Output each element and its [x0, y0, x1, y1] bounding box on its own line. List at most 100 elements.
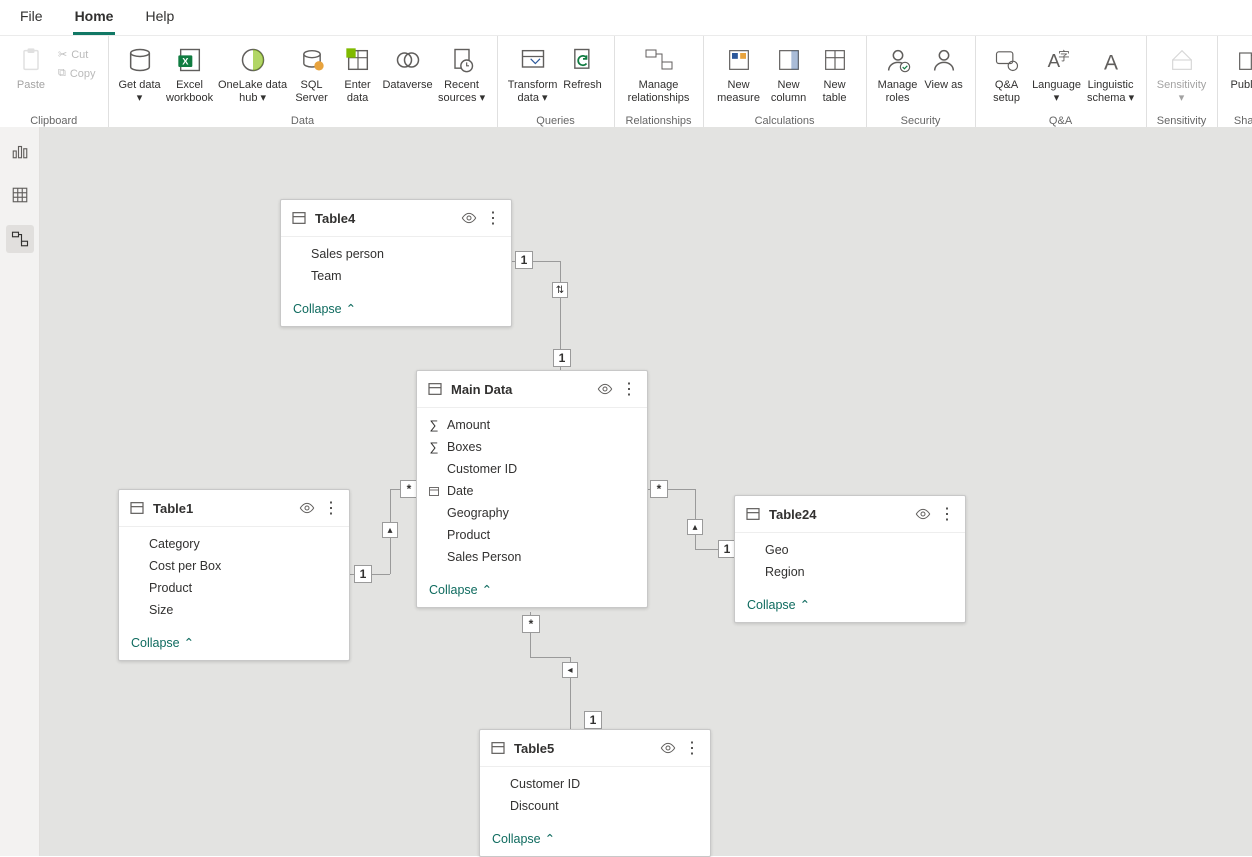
view-as-button[interactable]: View as	[921, 40, 967, 92]
new-table-button[interactable]: New table	[812, 40, 858, 105]
field-row[interactable]: Cost per Box	[119, 555, 349, 577]
recent-icon	[446, 44, 478, 76]
menu-file[interactable]: File	[18, 8, 45, 35]
visibility-icon[interactable]	[299, 500, 315, 516]
collapse-button[interactable]: Collapse⌃	[735, 589, 965, 622]
more-options-icon[interactable]: ⋮	[485, 208, 501, 228]
sensitivity-button[interactable]: Sensitivity▾	[1155, 40, 1209, 105]
measure-icon	[723, 44, 755, 76]
new-measure-button[interactable]: New measure	[712, 40, 766, 105]
chevron-up-icon: ⌃	[545, 831, 555, 846]
chevron-down-icon: ▾	[477, 92, 486, 104]
field-row[interactable]: Category	[119, 533, 349, 555]
model-canvas[interactable]: 1 ⇅ 1 1 ▴ * * ▴ 1 * ◂ 1 Table4 ⋮ Sales p…	[40, 127, 1252, 856]
more-options-icon[interactable]: ⋮	[684, 738, 700, 758]
field-row[interactable]: Sales person	[281, 243, 511, 265]
table-title: Table24	[769, 507, 907, 522]
roles-icon	[882, 44, 914, 76]
field-row[interactable]: Sales Person	[417, 546, 647, 568]
field-row[interactable]: Team	[281, 265, 511, 287]
sql-server-button[interactable]: SQL Server	[289, 40, 335, 105]
cut-button[interactable]: ✂ Cut	[54, 46, 100, 63]
language-button[interactable]: A字 Language▾	[1030, 40, 1084, 105]
linguistic-schema-button[interactable]: A Linguistic schema ▾	[1084, 40, 1138, 105]
table-icon	[490, 740, 506, 756]
refresh-icon	[567, 44, 599, 76]
chevron-down-icon: ▾	[1054, 92, 1060, 104]
cut-icon: ✂	[58, 48, 67, 61]
group-sensitivity: Sensitivity▾ Sensitivity	[1147, 36, 1218, 131]
manage-relationships-button[interactable]: Manage relationships	[623, 40, 695, 105]
get-data-button[interactable]: Get data ▾	[117, 40, 163, 105]
excel-workbook-button[interactable]: X Excel workbook	[163, 40, 217, 105]
visibility-icon[interactable]	[660, 740, 676, 756]
field-row[interactable]: ∑Boxes	[417, 436, 647, 458]
manage-roles-button[interactable]: Manage roles	[875, 40, 921, 105]
field-row[interactable]: Discount	[480, 795, 710, 817]
recent-sources-button[interactable]: Recent sources ▾	[435, 40, 489, 105]
table-card-table5[interactable]: Table5 ⋮ Customer ID Discount Collapse⌃	[479, 729, 711, 857]
collapse-button[interactable]: Collapse⌃	[119, 627, 349, 660]
group-clipboard: Paste ✂ Cut ⧉ Copy Clipboard	[0, 36, 109, 131]
dataverse-button[interactable]: Dataverse	[381, 40, 435, 92]
more-options-icon[interactable]: ⋮	[939, 504, 955, 524]
onelake-hub-button[interactable]: OneLake data hub ▾	[217, 40, 289, 105]
table-card-table4[interactable]: Table4 ⋮ Sales person Team Collapse⌃	[280, 199, 512, 327]
collapse-button[interactable]: Collapse⌃	[417, 574, 647, 607]
filter-direction-icon: ⇅	[552, 282, 568, 298]
copy-button[interactable]: ⧉ Copy	[54, 65, 100, 82]
field-row[interactable]: Size	[119, 599, 349, 621]
field-row[interactable]: Product	[417, 524, 647, 546]
svg-text:A: A	[1104, 51, 1118, 74]
menu-help[interactable]: Help	[143, 8, 176, 35]
refresh-button[interactable]: Refresh	[560, 40, 606, 92]
ribbon: Paste ✂ Cut ⧉ Copy Clipboard Get data ▾	[0, 36, 1252, 132]
table-card-table1[interactable]: Table1 ⋮ Category Cost per Box Product S…	[118, 489, 350, 661]
field-row[interactable]: Customer ID	[480, 773, 710, 795]
cardinality-one: 1	[584, 711, 602, 729]
report-view-button[interactable]	[6, 137, 34, 165]
table-card-maindata[interactable]: Main Data ⋮ ∑Amount ∑Boxes Customer ID D…	[416, 370, 648, 608]
filter-direction-icon: ▴	[382, 522, 398, 538]
new-column-button[interactable]: New column	[766, 40, 812, 105]
field-row[interactable]: Customer ID	[417, 458, 647, 480]
visibility-icon[interactable]	[461, 210, 477, 226]
visibility-icon[interactable]	[597, 381, 613, 397]
table-title: Table5	[514, 741, 652, 756]
filter-direction-icon: ◂	[562, 662, 578, 678]
table-card-table24[interactable]: Table24 ⋮ Geo Region Collapse⌃	[734, 495, 966, 623]
sql-icon	[296, 44, 328, 76]
group-data: Get data ▾ X Excel workbook OneLake data…	[109, 36, 498, 131]
table-icon	[129, 500, 145, 516]
qa-setup-button[interactable]: Q&A setup	[984, 40, 1030, 105]
collapse-button[interactable]: Collapse⌃	[281, 293, 511, 326]
cardinality-one: 1	[515, 251, 533, 269]
chevron-down-icon: ▾	[1179, 92, 1185, 104]
table-icon	[427, 381, 443, 397]
paste-button[interactable]: Paste	[8, 40, 54, 92]
enter-data-button[interactable]: Enter data	[335, 40, 381, 105]
field-row[interactable]: Product	[119, 577, 349, 599]
field-row[interactable]: ∑Amount	[417, 414, 647, 436]
get-data-icon	[124, 44, 156, 76]
field-row[interactable]: Date	[417, 480, 647, 502]
left-view-rail	[0, 127, 40, 856]
data-view-button[interactable]	[6, 181, 34, 209]
collapse-button[interactable]: Collapse⌃	[480, 823, 710, 856]
field-row[interactable]: Geo	[735, 539, 965, 561]
field-row[interactable]: Geography	[417, 502, 647, 524]
more-options-icon[interactable]: ⋮	[621, 379, 637, 399]
group-queries: Transform data ▾ Refresh Queries	[498, 36, 615, 131]
model-view-button[interactable]	[6, 225, 34, 253]
qasetup-icon	[991, 44, 1023, 76]
visibility-icon[interactable]	[915, 506, 931, 522]
more-options-icon[interactable]: ⋮	[323, 498, 339, 518]
menu-home[interactable]: Home	[73, 8, 116, 35]
menu-bar: File Home Help	[0, 0, 1252, 36]
publish-button[interactable]: Publish	[1226, 40, 1252, 92]
group-relationships: Manage relationships Relationships	[615, 36, 704, 131]
table-icon	[745, 506, 761, 522]
copy-icon: ⧉	[58, 67, 66, 80]
transform-data-button[interactable]: Transform data ▾	[506, 40, 560, 105]
field-row[interactable]: Region	[735, 561, 965, 583]
